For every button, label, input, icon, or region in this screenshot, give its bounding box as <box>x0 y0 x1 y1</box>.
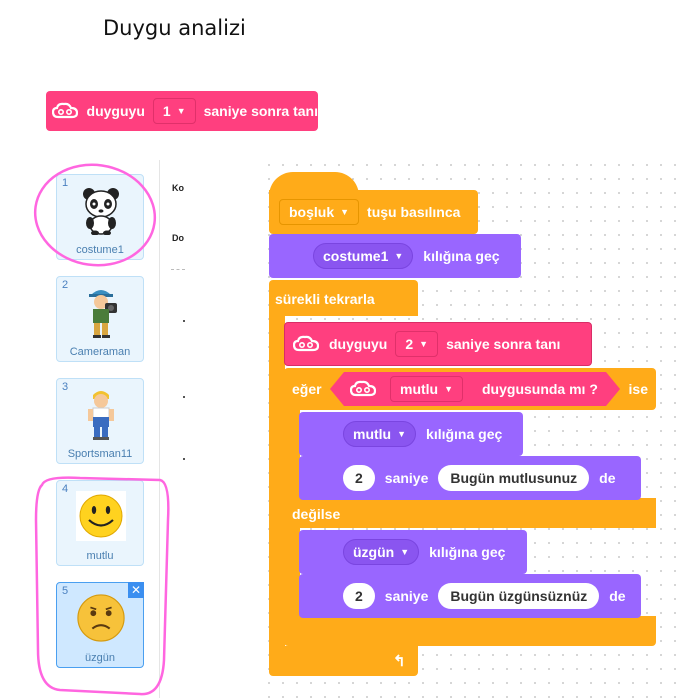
recognize-emotion-block[interactable]: duyguyu 2 ▼ saniye sonra tanı <box>284 322 592 366</box>
hat-label: tuşu basılınca <box>367 204 461 220</box>
costume-value: üzgün <box>353 544 395 560</box>
forever-block-arm <box>269 314 285 648</box>
if-post-label: ise <box>628 381 648 397</box>
seconds-input[interactable]: 2 <box>343 583 375 609</box>
cloud-ai-icon <box>348 378 378 400</box>
block-label: saniye <box>384 470 429 486</box>
loop-arrow-icon: ↰ <box>393 653 406 670</box>
message-input[interactable]: Bugün üzgünsüznüz <box>438 583 600 609</box>
block-label: kılığına geç <box>423 248 500 264</box>
caret-down-icon: ▼ <box>419 339 429 349</box>
switch-costume-block[interactable]: costume1 ▼ kılığına geç <box>269 234 521 278</box>
seconds-dropdown[interactable]: 2 ▼ <box>395 331 439 357</box>
forever-block-bottom: ↰ <box>269 646 418 676</box>
block-label: de <box>599 470 616 486</box>
costume-value: mutlu <box>353 426 392 442</box>
cloud-ai-icon <box>291 333 321 355</box>
hat-cap <box>269 172 359 196</box>
seconds-value: 2 <box>405 336 414 352</box>
key-value: boşluk <box>289 204 335 220</box>
caret-down-icon: ▼ <box>394 251 404 261</box>
highlight-circle <box>33 163 157 267</box>
costume-dropdown[interactable]: üzgün ▼ <box>343 539 420 565</box>
key-dropdown[interactable]: boşluk ▼ <box>279 199 360 225</box>
block-label: de <box>609 588 626 604</box>
forever-label: sürekli tekrarla <box>275 291 375 307</box>
caret-down-icon: ▼ <box>400 547 410 557</box>
block-label: saniye <box>384 588 429 604</box>
message-input[interactable]: Bugün mutlusunuz <box>438 465 590 491</box>
highlight-circle <box>34 476 170 696</box>
costume-dropdown[interactable]: costume1 ▼ <box>313 243 414 269</box>
caret-down-icon: ▼ <box>340 207 350 217</box>
block-label: saniye sonra tanı <box>446 336 561 352</box>
switch-costume-block[interactable]: mutlu ▼ kılığına geç <box>299 412 523 456</box>
say-for-seconds-block[interactable]: 2 saniye Bugün üzgünsüznüz de <box>299 574 641 618</box>
if-block-bottom <box>284 616 656 646</box>
condition-label: duygusunda mı ? <box>482 381 598 397</box>
caret-down-icon: ▼ <box>444 384 454 394</box>
seconds-input[interactable]: 2 <box>343 465 375 491</box>
emotion-dropdown[interactable]: mutlu ▼ <box>390 376 463 402</box>
block-label: duyguyu <box>329 336 388 352</box>
forever-block-top[interactable]: sürekli tekrarla <box>269 280 418 316</box>
emotion-condition-block[interactable]: mutlu ▼ duygusunda mı ? <box>330 372 620 406</box>
costume-dropdown[interactable]: mutlu ▼ <box>343 421 417 447</box>
block-label: kılığına geç <box>426 426 503 442</box>
if-label: eğer <box>292 381 322 397</box>
say-for-seconds-block[interactable]: 2 saniye Bugün mutlusunuz de <box>299 456 641 500</box>
emotion-value: mutlu <box>400 381 439 397</box>
costume-value: costume1 <box>323 248 389 264</box>
else-label: değilse <box>292 506 341 522</box>
block-label: kılığına geç <box>429 544 506 560</box>
key-press-hat-block[interactable]: boşluk ▼ tuşu basılınca <box>269 190 478 234</box>
switch-costume-block[interactable]: üzgün ▼ kılığına geç <box>299 530 527 574</box>
else-bar: değilse <box>284 498 656 528</box>
caret-down-icon: ▼ <box>397 429 407 439</box>
